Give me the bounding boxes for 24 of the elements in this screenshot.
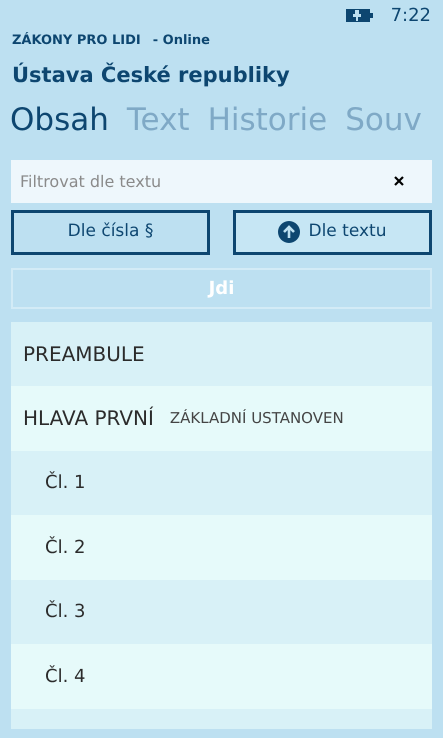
battery-charging-icon xyxy=(344,8,375,22)
outline-title: Čl. 4 xyxy=(45,664,86,689)
clear-icon[interactable] xyxy=(394,176,404,186)
outline-subtitle: ZÁKLADNÍ USTANOVEN xyxy=(170,408,344,429)
outline-row[interactable]: Čl. 2 xyxy=(11,515,432,580)
outline-title: Čl. 1 xyxy=(45,470,86,496)
arrow-up-circle-icon xyxy=(278,221,300,243)
outline-title: PREAMBULE xyxy=(23,340,145,368)
outline-row[interactable]: Čl. 1 xyxy=(11,450,432,515)
filter-field[interactable]: Filtrovat dle textu xyxy=(11,160,432,202)
sort-button[interactable]: Dle čísla § xyxy=(11,210,210,254)
pivot-tab[interactable]: Obsah xyxy=(10,97,109,144)
outline-row[interactable]: HLAVA PRVNÍ ZÁKLADNÍ USTANOVEN xyxy=(11,386,432,450)
app-name: ZÁKONY PRO LIDI xyxy=(12,31,141,50)
clock-time: 7:22 xyxy=(390,4,431,28)
outline-row[interactable]: Čl. 4 xyxy=(11,644,432,708)
outline-row[interactable]: PREAMBULE xyxy=(11,322,432,386)
outline-row[interactable]: Čl. 3 xyxy=(11,580,432,644)
outline-title: Čl. 2 xyxy=(45,535,86,560)
outline-title: HLAVA PRVNÍ xyxy=(23,405,154,432)
outline-title: Čl. 3 xyxy=(45,599,86,624)
connection-status: - Online xyxy=(152,32,210,50)
page-title: Ústava České republiky xyxy=(11,62,291,88)
sort-button[interactable]: Dle textu xyxy=(233,210,432,254)
